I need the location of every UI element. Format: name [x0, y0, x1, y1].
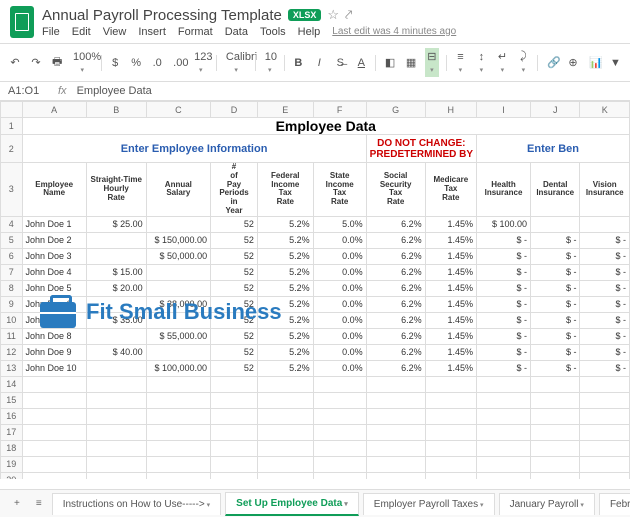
star-icon[interactable]: ☆	[327, 7, 339, 23]
format-badge: XLSX	[288, 9, 322, 21]
formula-bar: A1:O1 fx Employee Data	[0, 82, 630, 101]
rotate-icon[interactable]: ⤸	[516, 48, 530, 77]
menu-help[interactable]: Help	[298, 26, 321, 38]
borders-icon[interactable]: ▦	[404, 54, 418, 71]
halign-icon[interactable]: ≡	[453, 49, 467, 77]
menu-tools[interactable]: Tools	[260, 26, 286, 38]
spreadsheet-grid[interactable]: ABCDEFGHIJK1Employee Data2Enter Employee…	[0, 101, 630, 479]
logo-text: Fit Small Business	[86, 299, 282, 325]
sheet-tabs: + ≡ Instructions on How to Use-----> Set…	[0, 489, 630, 517]
size-select[interactable]: 10	[263, 49, 277, 77]
toolbar: ↶ ↷ 🖶 100% $ % .0 .00 123 Calibri 10 B I…	[0, 43, 630, 82]
comment-icon[interactable]: ⊕	[566, 54, 580, 71]
wrap-icon[interactable]: ↵	[495, 48, 509, 77]
zoom-select[interactable]: 100%	[71, 49, 94, 77]
fx-label: fx	[58, 85, 67, 97]
redo-icon[interactable]: ↷	[29, 54, 43, 71]
bold-icon[interactable]: B	[291, 55, 305, 71]
formula-input[interactable]: Employee Data	[77, 85, 152, 97]
add-sheet-button[interactable]: +	[8, 494, 26, 513]
undo-icon[interactable]: ↶	[8, 54, 22, 71]
menu-view[interactable]: View	[103, 26, 127, 38]
strike-icon[interactable]: S̶	[333, 55, 347, 71]
menu-edit[interactable]: Edit	[72, 26, 91, 38]
cell-reference[interactable]: A1:O1	[8, 85, 48, 97]
tab-instructions[interactable]: Instructions on How to Use----->	[52, 493, 221, 515]
print-icon[interactable]: 🖶	[50, 51, 64, 74]
text-color-icon[interactable]: A	[354, 55, 368, 71]
filter-icon[interactable]: ▼	[608, 55, 622, 71]
link-icon[interactable]: 🔗	[545, 54, 559, 71]
tab-february[interactable]: February Payroll	[599, 493, 630, 515]
currency-icon[interactable]: $	[108, 55, 122, 71]
chart-icon[interactable]: 📊	[587, 54, 601, 71]
menu-insert[interactable]: Insert	[138, 26, 166, 38]
tab-january[interactable]: January Payroll	[499, 493, 595, 515]
doc-title[interactable]: Annual Payroll Processing Template	[42, 7, 282, 24]
header: Annual Payroll Processing Template XLSX …	[0, 0, 630, 40]
menubar: File Edit View Insert Format Data Tools …	[42, 26, 620, 38]
percent-icon[interactable]: %	[129, 55, 143, 71]
dec-more-icon[interactable]: .00	[171, 55, 185, 71]
tab-employer-taxes[interactable]: Employer Payroll Taxes	[363, 493, 495, 515]
format-select[interactable]: 123	[192, 49, 209, 77]
valign-icon[interactable]: ↕	[474, 49, 488, 77]
dec-less-icon[interactable]: .0	[150, 55, 164, 71]
italic-icon[interactable]: I	[312, 55, 326, 71]
menu-format[interactable]: Format	[178, 26, 213, 38]
tab-employee-data[interactable]: Set Up Employee Data	[225, 492, 359, 516]
move-icon[interactable]: ⤤	[345, 7, 352, 23]
font-select[interactable]: Calibri	[224, 49, 248, 77]
last-edit[interactable]: Last edit was 4 minutes ago	[332, 26, 456, 38]
merge-icon[interactable]: ⊟	[425, 48, 439, 77]
sheets-icon[interactable]	[10, 6, 34, 38]
all-sheets-button[interactable]: ≡	[30, 494, 48, 513]
watermark-logo: Fit Small Business	[40, 296, 282, 328]
menu-file[interactable]: File	[42, 26, 60, 38]
menu-data[interactable]: Data	[225, 26, 248, 38]
fill-icon[interactable]: ◧	[383, 54, 397, 71]
briefcase-icon	[40, 302, 76, 328]
